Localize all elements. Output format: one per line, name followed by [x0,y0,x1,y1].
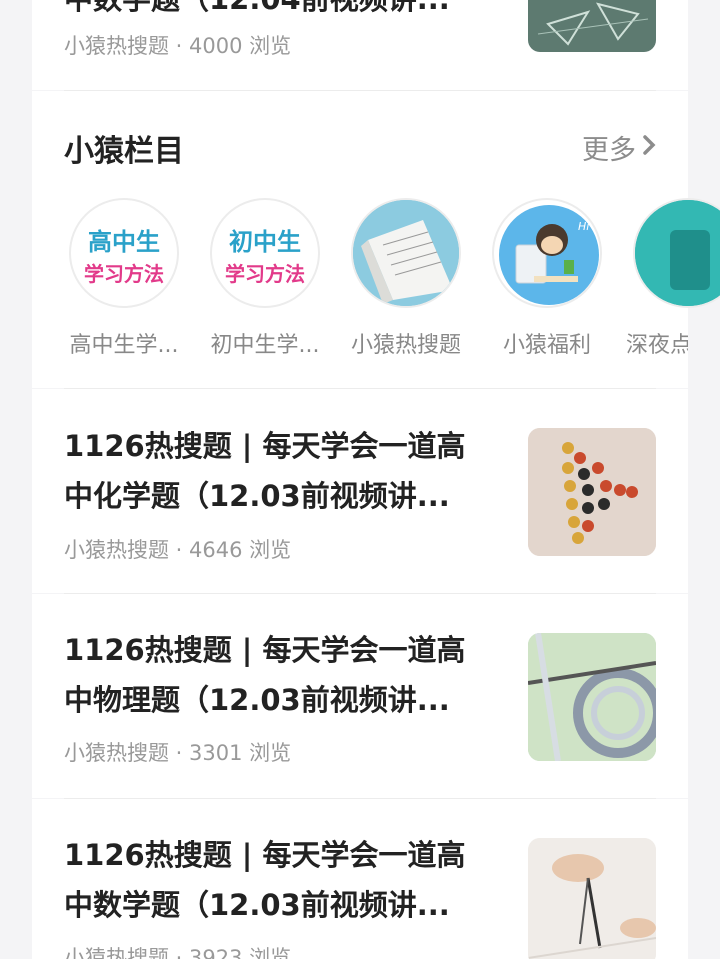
article-thumbnail [528,0,656,52]
article-title-line1: 1126热搜题 | 每天学会一道高 [64,633,466,667]
book-icon [353,200,459,306]
column-icon-high-school[interactable]: 高中生 学习方法 [69,198,179,308]
article-card[interactable]: 1126热搜题 | 每天学会一道高 中化学题（12.03前视频讲... 小猿热搜… [32,389,688,593]
more-label: 更多 [582,135,636,166]
column-label[interactable]: 深夜点 [626,327,688,359]
article-thumbnail [528,428,656,556]
article-thumbnail [528,633,656,761]
column-icon-hot-questions[interactable] [351,198,461,308]
column-label[interactable]: 小猿福利 [485,327,609,359]
column-icon-welfare[interactable]: Hi [492,198,602,308]
article-title-line2: 中数学题（12.03前视频讲... [64,888,450,922]
column-icon-middle-school[interactable]: 初中生 学习方法 [210,198,320,308]
chevron-right-icon [642,132,656,163]
article-card[interactable]: 1126热搜题 | 每天学会一道高 中物理题（12.03前视频讲... 小猿热搜… [32,594,688,798]
article-meta: 小猿热搜题 · 4000 浏览 [64,34,292,58]
column-label[interactable]: 初中生学... [203,327,327,359]
top-article-card[interactable]: 中数学题（12.04前视频讲... 小猿热搜题 · 4000 浏览 [32,0,688,90]
badge-line1: 高中生 [88,228,160,256]
badge-line1: 初中生 [229,228,301,256]
badge-line2: 学习方法 [84,262,164,286]
article-meta: 小猿热搜题 · 3923 浏览 [64,946,292,959]
article-thumbnail [528,838,656,959]
article-title-line2: 中化学题（12.03前视频讲... [64,479,450,513]
column-label[interactable]: 高中生学... [62,327,186,359]
article-title-line2: 中物理题（12.03前视频讲... [64,683,450,717]
article-card[interactable]: 1126热搜题 | 每天学会一道高 中数学题（12.03前视频讲... 小猿热搜… [32,799,688,959]
article-meta: 小猿热搜题 · 4646 浏览 [64,538,292,562]
svg-text:Hi: Hi [578,220,589,233]
section-title: 小猿栏目 [64,134,184,169]
badge-line2: 学习方法 [225,262,305,286]
article-title-line1: 1126热搜题 | 每天学会一道高 [64,838,466,872]
article-title: 中数学题（12.04前视频讲... [64,0,484,25]
article-meta: 小猿热搜题 · 3301 浏览 [64,741,292,765]
article-title-line1: 1126热搜题 | 每天学会一道高 [64,429,466,463]
monkey-mascot-icon: Hi [499,205,599,305]
column-label[interactable]: 小猿热搜题 [344,327,468,359]
more-button[interactable]: 更多 [582,128,656,167]
